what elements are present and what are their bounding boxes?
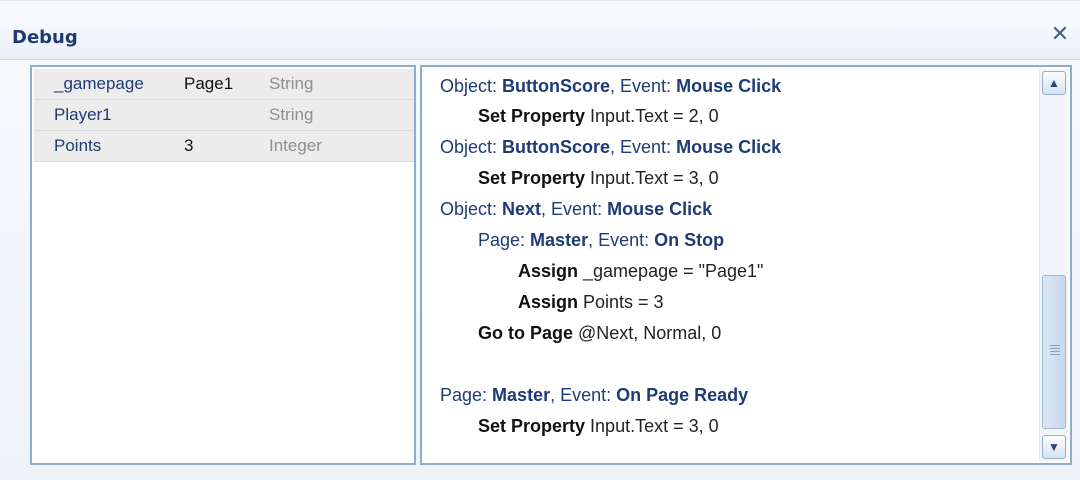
log-command: Assign bbox=[518, 261, 579, 281]
log-label: , Event: bbox=[610, 137, 677, 157]
log-label: , Event: bbox=[541, 199, 608, 219]
variable-type: String bbox=[269, 105, 314, 124]
log-line: Object: ButtonScore, Event: Mouse Click bbox=[440, 71, 781, 102]
log-keyword: On Page Ready bbox=[616, 385, 749, 405]
log-line: Go to Page @Next, Normal, 0 bbox=[478, 318, 721, 349]
title-bar: Debug ✕ bbox=[0, 15, 1080, 60]
log-line: Set Property Input.Text = 3, 0 bbox=[478, 411, 719, 442]
scroll-down-icon[interactable]: ▼ bbox=[1042, 435, 1066, 459]
log-keyword: Mouse Click bbox=[676, 76, 782, 96]
log-line: Set Property Input.Text = 2, 0 bbox=[478, 101, 719, 132]
log-label: Object: bbox=[440, 137, 503, 157]
log-command: Assign bbox=[518, 292, 579, 312]
variable-type: Integer bbox=[269, 136, 322, 155]
log-line: Assign _gamepage = "Page1" bbox=[518, 256, 763, 287]
log-label: Page: bbox=[440, 385, 493, 405]
log-command: Set Property bbox=[478, 416, 586, 436]
variable-name: _gamepage bbox=[54, 74, 144, 93]
variable-value: 3 bbox=[184, 136, 194, 155]
log-label: , Event: bbox=[550, 385, 617, 405]
variable-name: Points bbox=[54, 136, 102, 155]
grip-icon bbox=[1050, 345, 1060, 357]
log-keyword: Mouse Click bbox=[607, 199, 713, 219]
variable-value: Page1 bbox=[184, 74, 234, 93]
log-keyword: ButtonScore bbox=[502, 137, 611, 157]
event-log-panel: Object: ButtonScore, Event: Mouse Click … bbox=[420, 65, 1072, 465]
log-text: Points = 3 bbox=[578, 292, 664, 312]
log-text: Input.Text = 2, 0 bbox=[585, 106, 719, 126]
log-line: Assign Points = 3 bbox=[518, 287, 664, 318]
scrollbar-thumb[interactable] bbox=[1042, 275, 1066, 429]
variable-name: Player1 bbox=[54, 105, 112, 124]
close-icon[interactable]: ✕ bbox=[1048, 22, 1072, 46]
log-command: Set Property bbox=[478, 106, 586, 126]
log-line: Set Property Input.Text = 3, 0 bbox=[478, 163, 719, 194]
log-command: Go to Page bbox=[478, 323, 574, 343]
log-keyword: Mouse Click bbox=[676, 137, 782, 157]
log-command: Set Property bbox=[478, 168, 586, 188]
log-label: Page: bbox=[478, 230, 531, 250]
log-label: , Event: bbox=[588, 230, 655, 250]
variables-panel: _gamepage Page1 String Player1 String Po… bbox=[30, 65, 416, 465]
scroll-up-icon[interactable]: ▲ bbox=[1042, 71, 1066, 95]
log-text: Input.Text = 3, 0 bbox=[585, 416, 719, 436]
log-text: Input.Text = 3, 0 bbox=[585, 168, 719, 188]
log-keyword: Master bbox=[530, 230, 589, 250]
vertical-scrollbar[interactable]: ▲ ▼ bbox=[1039, 69, 1068, 461]
log-keyword: Master bbox=[492, 385, 551, 405]
log-text: _gamepage = "Page1" bbox=[578, 261, 764, 281]
log-label: Object: bbox=[440, 76, 503, 96]
variable-row[interactable]: _gamepage Page1 String bbox=[34, 69, 414, 100]
debug-window: Debug ✕ _gamepage Page1 String Player1 S… bbox=[0, 0, 1080, 480]
variable-row[interactable]: Player1 String bbox=[34, 100, 414, 131]
log-label: , Event: bbox=[610, 76, 677, 96]
log-line: Object: Next, Event: Mouse Click bbox=[440, 194, 712, 225]
log-line: Page: Master, Event: On Page Ready bbox=[440, 380, 748, 411]
log-keyword: ButtonScore bbox=[502, 76, 611, 96]
variable-row[interactable]: Points 3 Integer bbox=[34, 131, 414, 162]
log-keyword: Next bbox=[502, 199, 542, 219]
log-keyword: On Stop bbox=[654, 230, 725, 250]
log-label: Object: bbox=[440, 199, 503, 219]
log-line: Object: ButtonScore, Event: Mouse Click bbox=[440, 132, 781, 163]
event-log[interactable]: Object: ButtonScore, Event: Mouse Click … bbox=[440, 71, 1030, 461]
log-line: Page: Master, Event: On Stop bbox=[478, 225, 724, 256]
window-title: Debug bbox=[12, 27, 78, 48]
log-text: @Next, Normal, 0 bbox=[573, 323, 722, 343]
variable-type: String bbox=[269, 74, 314, 93]
